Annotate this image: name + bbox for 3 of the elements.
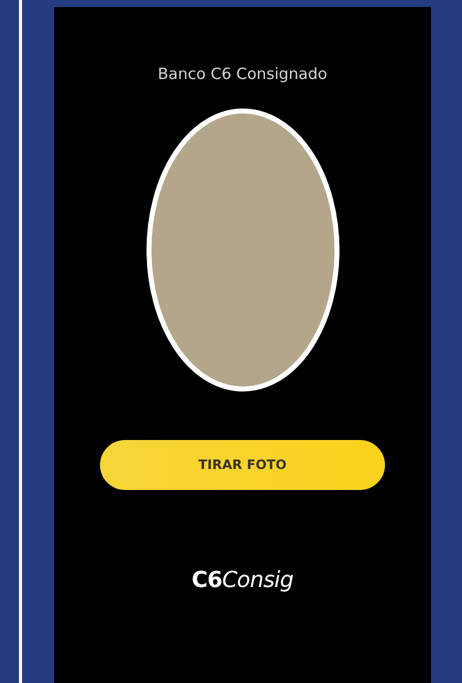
app-title: Banco C6 Consignado: [158, 64, 328, 84]
take-photo-button[interactable]: TIRAR FOTO: [100, 440, 385, 490]
logo: C6Consig: [192, 568, 294, 594]
